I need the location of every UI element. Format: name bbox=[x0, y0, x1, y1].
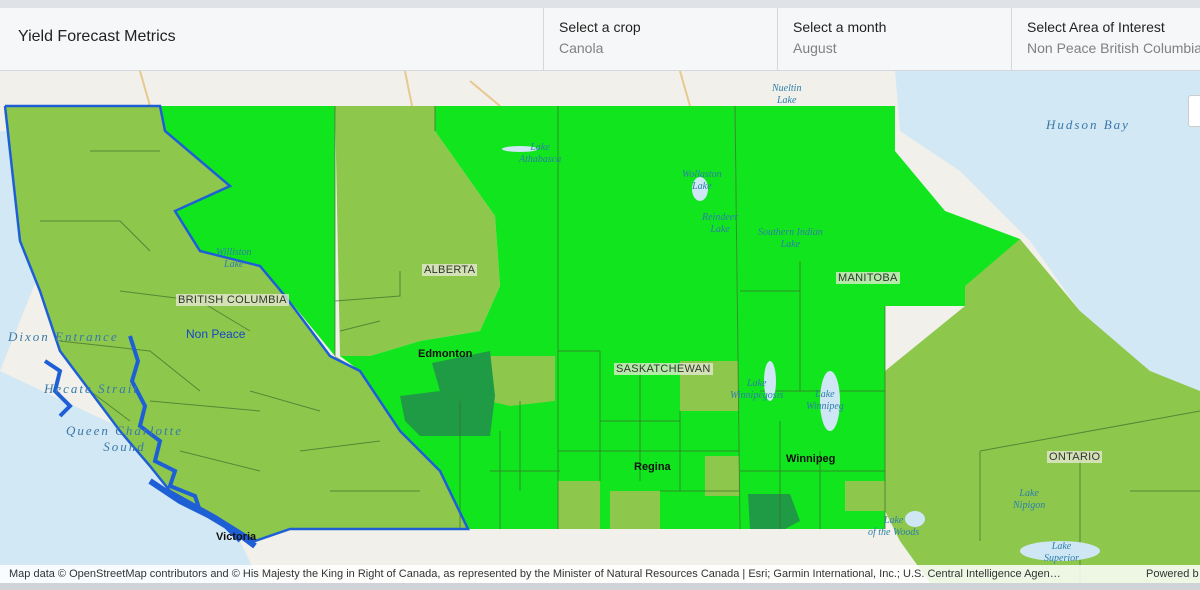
water-label-nueltin: Nueltin Lake bbox=[772, 83, 802, 106]
water-label-woods: Lake of the Woods bbox=[868, 515, 920, 538]
city-label-regina: Regina bbox=[634, 461, 671, 473]
area-selector[interactable]: Select Area of Interest Non Peace Britis… bbox=[1011, 8, 1200, 70]
water-label-superior: Lake Superior bbox=[1044, 541, 1079, 564]
city-label-winnipeg: Winnipeg bbox=[786, 453, 836, 465]
powered-by-link[interactable]: Powered b bbox=[1146, 565, 1199, 583]
crop-selector-label: Select a crop bbox=[559, 19, 641, 35]
map-side-handle[interactable] bbox=[1188, 95, 1200, 127]
mb-baseline-region[interactable] bbox=[845, 481, 885, 511]
water-label-hecate: Hecate Strait bbox=[44, 381, 139, 396]
city-label-victoria: Victoria bbox=[216, 531, 257, 543]
month-selector[interactable]: Select a month August bbox=[777, 8, 1011, 70]
app-title: Yield Forecast Metrics bbox=[18, 28, 176, 45]
water-label-nipigon: Lake Nipigon bbox=[1013, 488, 1046, 511]
province-label-ab: ALBERTA bbox=[422, 264, 478, 276]
water-label-reindeer: Reindeer Lake bbox=[702, 212, 739, 235]
window-top-strip bbox=[0, 0, 1200, 8]
province-label-on: ONTARIO bbox=[1047, 451, 1103, 463]
water-label-athabasca: Lake Athabasca bbox=[519, 142, 562, 165]
water-label-winnipegosis: Lake Winnipegosis bbox=[730, 378, 784, 401]
region-label-non-peace: Non Peace bbox=[186, 327, 246, 341]
water-label-wollaston: Wollaston Lake bbox=[682, 169, 722, 192]
water-label-lake-winnipeg: Lake Winnipeg bbox=[806, 389, 844, 412]
water-label-dixon: Dixon Entrance bbox=[8, 329, 119, 344]
water-label-hudson-bay: Hudson Bay bbox=[1046, 117, 1130, 132]
water-label-williston: Williston Lake bbox=[216, 247, 252, 270]
city-label-edmonton: Edmonton bbox=[418, 348, 473, 360]
window-bottom-strip bbox=[0, 583, 1200, 590]
province-label-mb: MANITOBA bbox=[836, 272, 900, 284]
area-selector-label: Select Area of Interest bbox=[1027, 19, 1165, 35]
water-label-queen-charlotte: Queen Charlotte Sound bbox=[66, 423, 184, 454]
province-label-bc: BRITISH COLUMBIA bbox=[176, 294, 289, 306]
crop-selector-value: Canola bbox=[559, 40, 604, 56]
month-selector-value: August bbox=[793, 40, 837, 56]
attribution-text: Map data © OpenStreetMap contributors an… bbox=[9, 568, 1061, 580]
water-label-southern-indian: Southern Indian Lake bbox=[758, 227, 823, 250]
area-selector-value: Non Peace British Columbia bbox=[1027, 40, 1200, 56]
map-view[interactable]: BRITISH COLUMBIA ALBERTA SASKATCHEWAN MA… bbox=[0, 71, 1200, 583]
map-attribution: Map data © OpenStreetMap contributors an… bbox=[0, 565, 1200, 583]
ab-central-region[interactable] bbox=[488, 356, 555, 406]
app-header: Yield Forecast Metrics Select a crop Can… bbox=[0, 8, 1200, 71]
province-label-sk: SASKATCHEWAN bbox=[614, 363, 713, 375]
month-selector-label: Select a month bbox=[793, 19, 887, 35]
crop-selector[interactable]: Select a crop Canola bbox=[543, 8, 777, 70]
